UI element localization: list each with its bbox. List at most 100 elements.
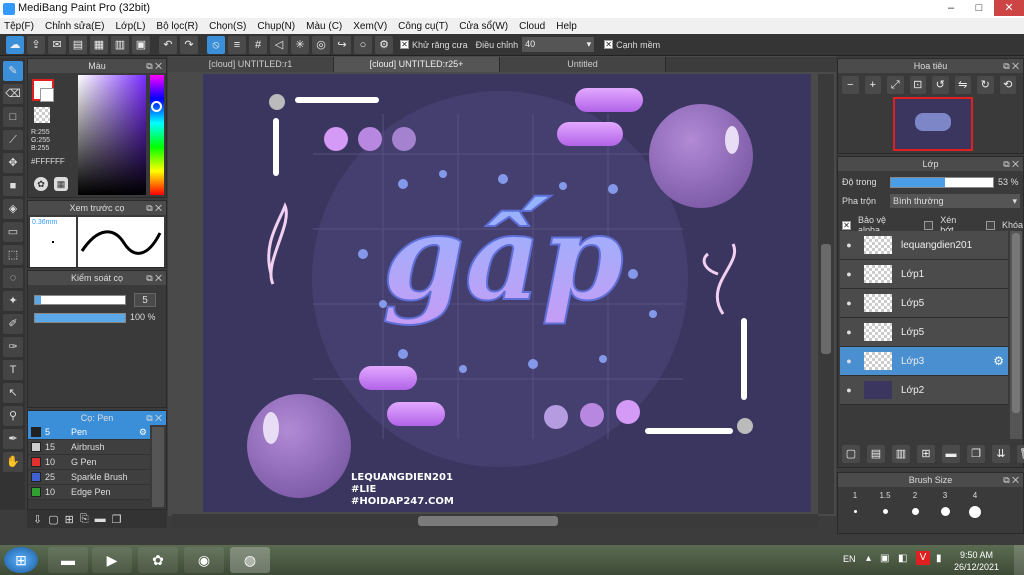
share-icon[interactable]: ⇪	[27, 35, 45, 54]
eye-icon[interactable]: ●	[840, 298, 858, 308]
folder-icon[interactable]: ▬	[95, 513, 106, 525]
vanish-snap-icon[interactable]: ◁	[270, 35, 288, 54]
layer-item[interactable]: ● Lớp2	[840, 376, 1008, 405]
menu-file[interactable]: Tệp(F)	[4, 21, 34, 32]
menu-edit[interactable]: Chỉnh sửa(E)	[45, 21, 105, 32]
brush-list-scrollbar[interactable]	[152, 427, 164, 507]
hand-tool-icon[interactable]: ✋	[3, 452, 23, 472]
doc-icon[interactable]: ▦	[90, 35, 108, 54]
layer-item[interactable]: ● Lớp5	[840, 289, 1008, 318]
eye-icon[interactable]: ●	[840, 356, 858, 366]
new-halftone-layer-icon[interactable]: ▤	[867, 445, 885, 463]
select-eraser-icon[interactable]: ✑	[3, 337, 23, 357]
layer-item[interactable]: ● lequangdien201	[840, 231, 1008, 260]
menu-help[interactable]: Help	[556, 21, 577, 32]
language-indicator[interactable]: EN	[843, 554, 856, 564]
network-icon[interactable]: ▮	[936, 553, 942, 564]
transparent-swatch[interactable]	[34, 107, 50, 123]
artwork-canvas[interactable]: gấp LEQUANGDIEN201 #LIE #HOIDAP247.COM	[203, 74, 811, 512]
vietkey-icon[interactable]: V	[916, 551, 930, 565]
soft-edge-checkbox[interactable]: ✕	[604, 40, 614, 49]
redo-icon[interactable]: ↷	[180, 35, 198, 54]
file-explorer-icon[interactable]: ▬	[48, 547, 88, 573]
menu-window[interactable]: Cửa sổ(W)	[459, 21, 508, 32]
layer-opacity-slider[interactable]	[890, 177, 994, 188]
menu-color[interactable]: Màu (C)	[306, 21, 342, 32]
brush-item-sparkle[interactable]: 25 Sparkle Brush	[28, 470, 150, 485]
tab-untitled-r1[interactable]: [cloud] UNTITLED:r1	[168, 57, 334, 72]
show-desktop-button[interactable]	[1014, 545, 1024, 575]
grid-icon[interactable]: ▥	[111, 35, 129, 54]
popout-icon[interactable]: ⧉ ✕	[146, 411, 162, 425]
download-icon[interactable]: ⇩	[33, 513, 42, 526]
app-icon[interactable]: ✿	[138, 547, 178, 573]
blend-mode-select[interactable]: Bình thường ▾	[890, 194, 1020, 208]
clock[interactable]: 9:50 AM 26/12/2021	[954, 549, 999, 573]
fit-icon[interactable]: ⤢	[887, 76, 904, 94]
folder-icon[interactable]: ▬	[942, 445, 960, 463]
hue-handle[interactable]	[151, 101, 162, 112]
brush-item-edge-pen[interactable]: 10 Edge Pen	[28, 485, 150, 500]
add-layer-menu-icon[interactable]: ⊞	[917, 445, 935, 463]
tab-untitled-r25[interactable]: [cloud] UNTITLED:r25+	[334, 57, 500, 72]
popout-icon[interactable]: ⧉ ✕	[1003, 473, 1019, 487]
pen-tool-icon[interactable]: ✒	[3, 429, 23, 449]
radial-snap-icon[interactable]: ✳	[291, 35, 309, 54]
flip-icon[interactable]: ⇋	[954, 76, 971, 94]
chrome-icon[interactable]: ◉	[184, 547, 224, 573]
cloud-icon[interactable]: ☁	[6, 35, 24, 54]
popout-icon[interactable]: ⧉ ✕	[146, 271, 162, 285]
rotate-left-icon[interactable]: ↺	[932, 76, 949, 94]
eye-icon[interactable]: ●	[840, 240, 858, 250]
add-brush-icon[interactable]: ⊞	[65, 513, 74, 526]
lasso-tool-icon[interactable]: ◌	[3, 268, 23, 288]
eye-icon[interactable]: ●	[840, 385, 858, 395]
tray-icon[interactable]: ▣	[880, 553, 889, 564]
size-option[interactable]: 2	[900, 491, 930, 518]
fill-rect-icon[interactable]: ■	[3, 176, 23, 196]
menu-view[interactable]: Xem(V)	[353, 21, 387, 32]
new-layer-icon[interactable]: ▢	[842, 445, 860, 463]
parallel-snap-icon[interactable]: ≡	[228, 35, 246, 54]
lock-checkbox[interactable]	[986, 220, 995, 230]
vertical-scroll-thumb[interactable]	[821, 244, 831, 354]
reset-icon[interactable]: ⟲	[999, 76, 1016, 94]
color-set-icon[interactable]: ▦	[54, 177, 68, 191]
concentric-snap-icon[interactable]: ◎	[312, 35, 330, 54]
size-slider[interactable]	[34, 295, 126, 305]
gear-icon[interactable]: ⚙	[993, 354, 1004, 368]
menu-layer[interactable]: Lớp(L)	[116, 21, 146, 32]
menu-snap[interactable]: Chụp(N)	[257, 21, 295, 32]
rect-tool-icon[interactable]: □	[3, 107, 23, 127]
palette-icon[interactable]: ✿	[34, 177, 48, 191]
copy-icon[interactable]: ⎘	[80, 513, 89, 526]
popout-icon[interactable]: ⧉ ✕	[1003, 157, 1019, 171]
layer-scrollbar[interactable]	[1010, 231, 1022, 439]
eyedropper-icon[interactable]: ⚲	[3, 406, 23, 426]
close-button[interactable]: ✕	[994, 0, 1024, 16]
layer-item[interactable]: ● Lớp1	[840, 260, 1008, 289]
snap-settings-icon[interactable]: ⚙	[375, 35, 393, 54]
move-tool-icon[interactable]: ✥	[3, 153, 23, 173]
start-button[interactable]: ⊞	[4, 547, 38, 573]
menu-select[interactable]: Chọn(S)	[209, 21, 246, 32]
merge-down-icon[interactable]: ⇊	[992, 445, 1010, 463]
delete-layer-icon[interactable]: 🗑	[1017, 445, 1024, 463]
gear-icon[interactable]: ⚙	[139, 427, 147, 438]
size-value[interactable]: 5	[134, 293, 156, 307]
brush-tool-icon[interactable]: ✎	[3, 61, 23, 81]
magic-wand-icon[interactable]: ✦	[3, 291, 23, 311]
select-tool-icon[interactable]: ⬚	[3, 245, 23, 265]
circle-snap-icon[interactable]: ○	[354, 35, 372, 54]
opacity-slider[interactable]	[34, 313, 126, 323]
tray-icon[interactable]: ◧	[898, 553, 907, 564]
navigator-thumbnail[interactable]	[893, 97, 973, 151]
tray-arrow-icon[interactable]: ▴	[866, 553, 871, 564]
rotate-right-icon[interactable]: ↻	[977, 76, 994, 94]
horizontal-scrollbar[interactable]	[172, 514, 818, 528]
page-icon[interactable]: ▤	[69, 35, 87, 54]
cross-snap-icon[interactable]: #	[249, 35, 267, 54]
brush-item-gpen[interactable]: 10 G Pen	[28, 455, 150, 470]
duplicate-icon[interactable]: ❐	[112, 513, 122, 526]
brush-item-airbrush[interactable]: 15 Airbrush	[28, 440, 150, 455]
